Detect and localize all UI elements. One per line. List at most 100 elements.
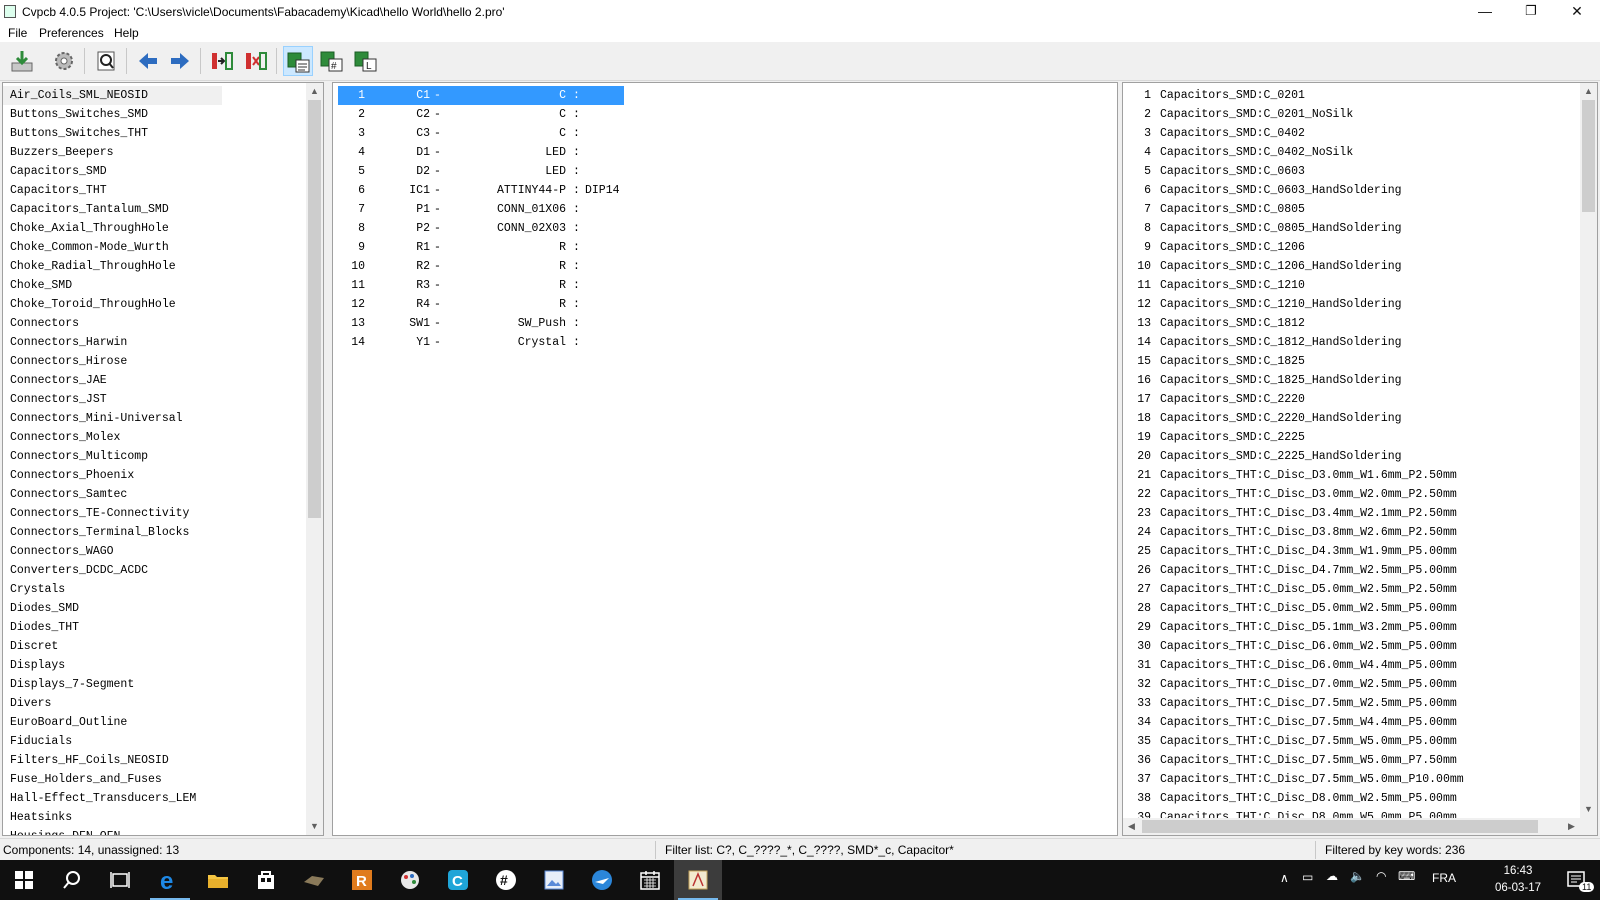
component-row[interactable]: 3 C3- C:	[338, 124, 624, 143]
library-vertical-scrollbar[interactable]: ▲ ▼	[306, 83, 323, 835]
library-item[interactable]: Connectors	[3, 314, 222, 333]
footprint-row[interactable]: 37 Capacitors_THT:C_Disc_D7.5mm_W5.0mm_P1…	[1123, 770, 1583, 789]
save-netlist-button[interactable]	[7, 46, 37, 76]
taskbar-thunderbird[interactable]	[578, 860, 626, 900]
component-row[interactable]: 2 C2- C:	[338, 105, 624, 124]
footprint-row[interactable]: 15 Capacitors_SMD:C_1825	[1123, 352, 1583, 371]
library-item[interactable]: Fuse_Holders_and_Fuses	[3, 770, 222, 789]
footprint-row[interactable]: 21 Capacitors_THT:C_Disc_D3.0mm_W1.6mm_P2…	[1123, 466, 1583, 485]
footprint-row[interactable]: 31 Capacitors_THT:C_Disc_D6.0mm_W4.4mm_P5…	[1123, 656, 1583, 675]
component-row[interactable]: 5 D2- LED:	[338, 162, 624, 181]
onedrive-icon[interactable]: ☁	[1326, 869, 1338, 883]
component-row[interactable]: 8 P2- CONN_02X03:	[338, 219, 624, 238]
close-button[interactable]: ✕	[1554, 0, 1600, 24]
footprint-list-panel[interactable]: 1 Capacitors_SMD:C_0201 2 Capacitors_SMD:C_…	[1122, 82, 1598, 836]
component-row[interactable]: 10 R2- R:	[338, 257, 624, 276]
library-item[interactable]: Divers	[3, 694, 222, 713]
delete-associations-button[interactable]	[241, 46, 271, 76]
taskbar-app-c[interactable]: C	[434, 860, 482, 900]
library-item[interactable]: Diodes_THT	[3, 618, 222, 637]
footprint-row[interactable]: 2 Capacitors_SMD:C_0201_NoSilk	[1123, 105, 1583, 124]
footprint-row[interactable]: 28 Capacitors_THT:C_Disc_D5.0mm_W2.5mm_P5…	[1123, 599, 1583, 618]
footprint-row[interactable]: 10 Capacitors_SMD:C_1206_HandSoldering	[1123, 257, 1583, 276]
library-item[interactable]: Connectors_WAGO	[3, 542, 222, 561]
footprint-list[interactable]: 1 Capacitors_SMD:C_0201 2 Capacitors_SMD:C_…	[1123, 86, 1583, 827]
footprint-row[interactable]: 1 Capacitors_SMD:C_0201	[1123, 86, 1583, 105]
footprint-row[interactable]: 5 Capacitors_SMD:C_0603	[1123, 162, 1583, 181]
footprint-row[interactable]: 29 Capacitors_THT:C_Disc_D5.1mm_W3.2mm_P5…	[1123, 618, 1583, 637]
filter-by-library-button[interactable]: L	[351, 46, 381, 76]
menu-help[interactable]: Help	[114, 26, 139, 40]
library-item[interactable]: Diodes_SMD	[3, 599, 222, 618]
filter-by-keywords-button[interactable]	[283, 46, 313, 76]
scroll-up-icon[interactable]: ▲	[1580, 83, 1597, 100]
previous-unassigned-button[interactable]	[133, 46, 163, 76]
scrollbar-thumb[interactable]	[1582, 100, 1595, 212]
scroll-right-icon[interactable]: ▶	[1563, 818, 1580, 835]
library-item[interactable]: Converters_DCDC_ACDC	[3, 561, 222, 580]
footprint-vertical-scrollbar[interactable]: ▲ ▼	[1580, 83, 1597, 818]
taskbar-revit[interactable]: R	[338, 860, 386, 900]
footprint-horizontal-scrollbar[interactable]: ◀ ▶	[1123, 818, 1580, 835]
library-item[interactable]: Connectors_Phoenix	[3, 466, 222, 485]
footprint-row[interactable]: 32 Capacitors_THT:C_Disc_D7.0mm_W2.5mm_P5…	[1123, 675, 1583, 694]
library-item[interactable]: Connectors_Multicomp	[3, 447, 222, 466]
footprint-row[interactable]: 11 Capacitors_SMD:C_1210	[1123, 276, 1583, 295]
library-item[interactable]: Housings_DFN_QFN	[3, 827, 222, 835]
library-item[interactable]: Buttons_Switches_SMD	[3, 105, 222, 124]
footprint-row[interactable]: 13 Capacitors_SMD:C_1812	[1123, 314, 1583, 333]
footprint-row[interactable]: 30 Capacitors_THT:C_Disc_D6.0mm_W2.5mm_P5…	[1123, 637, 1583, 656]
library-item[interactable]: Crystals	[3, 580, 222, 599]
scrollbar-thumb[interactable]	[308, 100, 321, 518]
taskbar-file-explorer[interactable]	[194, 860, 242, 900]
scroll-up-icon[interactable]: ▲	[306, 83, 323, 100]
wifi-icon[interactable]: ◠	[1376, 869, 1386, 883]
language-indicator[interactable]: FRA	[1432, 871, 1456, 885]
footprint-row[interactable]: 24 Capacitors_THT:C_Disc_D3.8mm_W2.6mm_P2…	[1123, 523, 1583, 542]
scroll-left-icon[interactable]: ◀	[1123, 818, 1140, 835]
library-item[interactable]: Capacitors_SMD	[3, 162, 222, 181]
auto-associate-button[interactable]	[207, 46, 237, 76]
footprint-row[interactable]: 34 Capacitors_THT:C_Disc_D7.5mm_W4.4mm_P5…	[1123, 713, 1583, 732]
footprint-row[interactable]: 17 Capacitors_SMD:C_2220	[1123, 390, 1583, 409]
library-item[interactable]: EuroBoard_Outline	[3, 713, 222, 732]
library-item[interactable]: Heatsinks	[3, 808, 222, 827]
library-item[interactable]: Capacitors_Tantalum_SMD	[3, 200, 222, 219]
library-item[interactable]: Connectors_Samtec	[3, 485, 222, 504]
library-item[interactable]: Connectors_JST	[3, 390, 222, 409]
footprint-row[interactable]: 20 Capacitors_SMD:C_2225_HandSoldering	[1123, 447, 1583, 466]
library-item[interactable]: Choke_Toroid_ThroughHole	[3, 295, 222, 314]
footprint-row[interactable]: 9 Capacitors_SMD:C_1206	[1123, 238, 1583, 257]
taskbar-image-viewer[interactable]	[530, 860, 578, 900]
library-item[interactable]: Displays_7-Segment	[3, 675, 222, 694]
keyboard-icon[interactable]: ⌨	[1398, 869, 1415, 883]
footprint-row[interactable]: 27 Capacitors_THT:C_Disc_D5.0mm_W2.5mm_P2…	[1123, 580, 1583, 599]
search-button[interactable]	[48, 860, 96, 900]
footprint-row[interactable]: 18 Capacitors_SMD:C_2220_HandSoldering	[1123, 409, 1583, 428]
library-item[interactable]: Fiducials	[3, 732, 222, 751]
component-list[interactable]: 1 C1- C:2 C2- C:3 C3- C:4 D1- LED:5 D2- LED:6 IC1- A…	[338, 86, 624, 352]
footprint-row[interactable]: 12 Capacitors_SMD:C_1210_HandSoldering	[1123, 295, 1583, 314]
component-row[interactable]: 13 SW1- SW_Push:	[338, 314, 624, 333]
footprint-row[interactable]: 36 Capacitors_THT:C_Disc_D7.5mm_W5.0mm_P7…	[1123, 751, 1583, 770]
component-list-panel[interactable]: 1 C1- C:2 C2- C:3 C3- C:4 D1- LED:5 D2- LED:6 IC1- A…	[332, 82, 1118, 836]
library-item[interactable]: Capacitors_THT	[3, 181, 222, 200]
filter-by-pin-count-button[interactable]: #	[317, 46, 347, 76]
next-unassigned-button[interactable]	[165, 46, 195, 76]
component-row[interactable]: 14 Y1- Crystal:	[338, 333, 624, 352]
library-item[interactable]: Connectors_JAE	[3, 371, 222, 390]
library-item[interactable]: Connectors_Hirose	[3, 352, 222, 371]
library-item[interactable]: Choke_Radial_ThroughHole	[3, 257, 222, 276]
taskbar-paint[interactable]	[386, 860, 434, 900]
menu-file[interactable]: File	[8, 26, 27, 40]
component-row[interactable]: 11 R3- R:	[338, 276, 624, 295]
footprint-row[interactable]: 22 Capacitors_THT:C_Disc_D3.0mm_W2.0mm_P2…	[1123, 485, 1583, 504]
taskbar-calendar[interactable]	[626, 860, 674, 900]
scroll-down-icon[interactable]: ▼	[306, 818, 323, 835]
scrollbar-thumb[interactable]	[1142, 820, 1538, 833]
minimize-button[interactable]: —	[1462, 0, 1508, 24]
clock[interactable]: 16:43 06-03-17	[1492, 863, 1544, 897]
library-item[interactable]: Buzzers_Beepers	[3, 143, 222, 162]
footprint-row[interactable]: 25 Capacitors_THT:C_Disc_D4.3mm_W1.9mm_P5…	[1123, 542, 1583, 561]
library-item[interactable]: Choke_SMD	[3, 276, 222, 295]
